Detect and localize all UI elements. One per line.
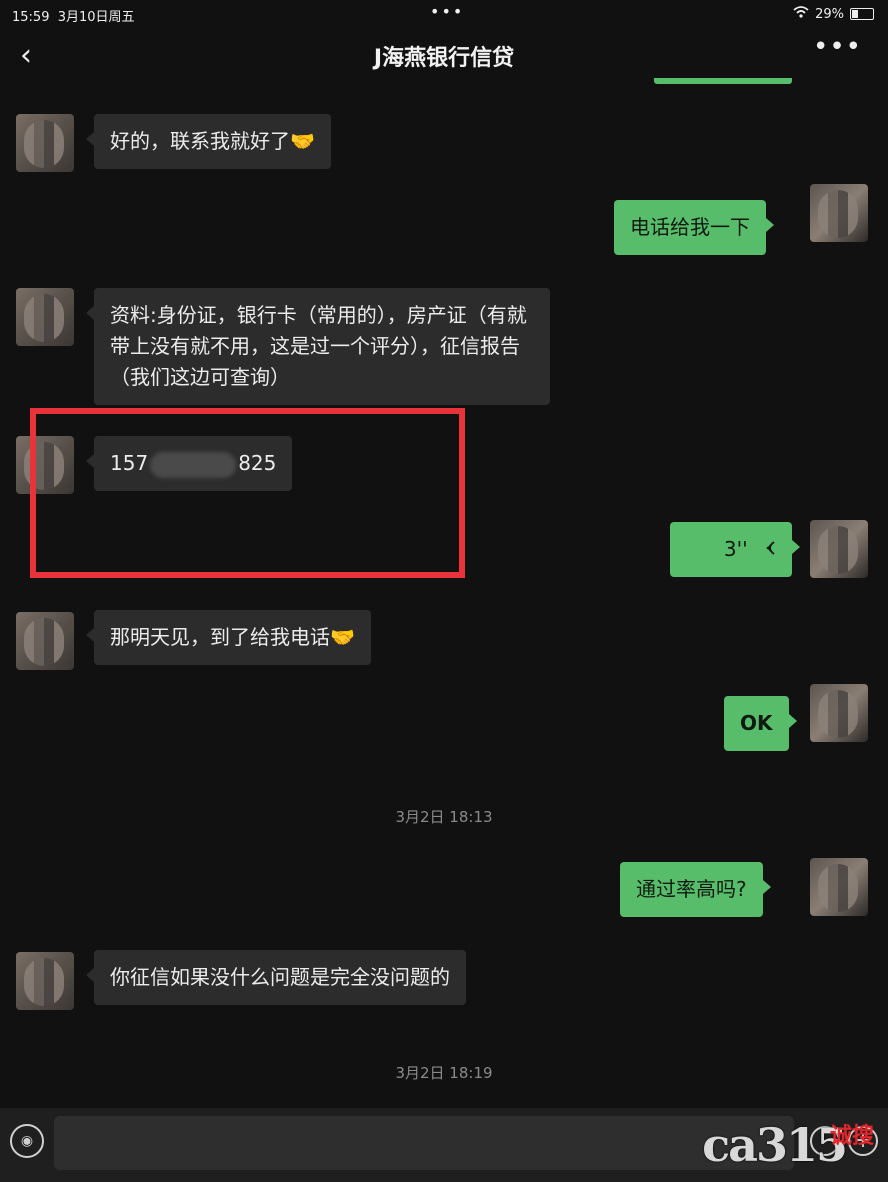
- status-time: 15:59: [12, 10, 50, 25]
- message-bubble-out[interactable]: 通过率高吗?: [620, 862, 771, 917]
- message-bubble-out[interactable]: 电话给我一下: [614, 200, 774, 255]
- contact-avatar[interactable]: [16, 612, 74, 670]
- message-bubble-in[interactable]: 你征信如果没什么问题是完全没问题的: [86, 950, 466, 1005]
- chat-title: J海燕银行信贷: [373, 46, 515, 71]
- message-input[interactable]: [54, 1116, 794, 1170]
- contact-avatar[interactable]: [16, 952, 74, 1010]
- voice-input-icon[interactable]: ◉: [10, 1124, 44, 1158]
- my-avatar[interactable]: [810, 184, 868, 242]
- contact-avatar[interactable]: [16, 288, 74, 346]
- wifi-icon: [793, 6, 809, 22]
- status-right: 29%: [793, 6, 874, 22]
- battery-percent: 29%: [815, 6, 844, 22]
- message-bubble-in[interactable]: 好的，联系我就好了🤝: [86, 114, 331, 169]
- message-bubble-in[interactable]: 资料:身份证，银行卡（常用的），房产证（有就带上没有就不用，这是过一个评分），征…: [86, 288, 550, 405]
- multitask-dots[interactable]: •••: [430, 2, 464, 21]
- more-options-icon[interactable]: •••: [813, 32, 862, 62]
- watermark-logo: ca315: [702, 1118, 848, 1172]
- message-bubble-in[interactable]: 那明天见，到了给我电话🤝: [86, 610, 371, 665]
- voice-wave-icon: [762, 537, 776, 561]
- contact-avatar[interactable]: [16, 114, 74, 172]
- chat-header: ‹ J海燕银行信贷 •••: [0, 28, 888, 80]
- watermark-text: 诚搜: [829, 1124, 874, 1149]
- highlight-box: [30, 408, 465, 578]
- voice-duration: 3'': [723, 537, 748, 561]
- my-avatar[interactable]: [810, 684, 868, 742]
- timestamp: 3月2日 18:13: [395, 808, 493, 826]
- previous-bubble-edge: [654, 78, 792, 84]
- my-avatar[interactable]: [810, 858, 868, 916]
- message-bubble-out[interactable]: OK: [724, 696, 796, 751]
- timestamp: 3月2日 18:19: [395, 1064, 493, 1082]
- voice-message-bubble[interactable]: 3'': [670, 522, 800, 577]
- status-date: 3月10日周五: [57, 10, 135, 25]
- status-bar: 15:59 3月10日周五 ••• 29%: [0, 0, 888, 28]
- my-avatar[interactable]: [810, 520, 868, 578]
- status-time-date: 15:59 3月10日周五: [12, 6, 135, 25]
- battery-icon: [850, 8, 874, 20]
